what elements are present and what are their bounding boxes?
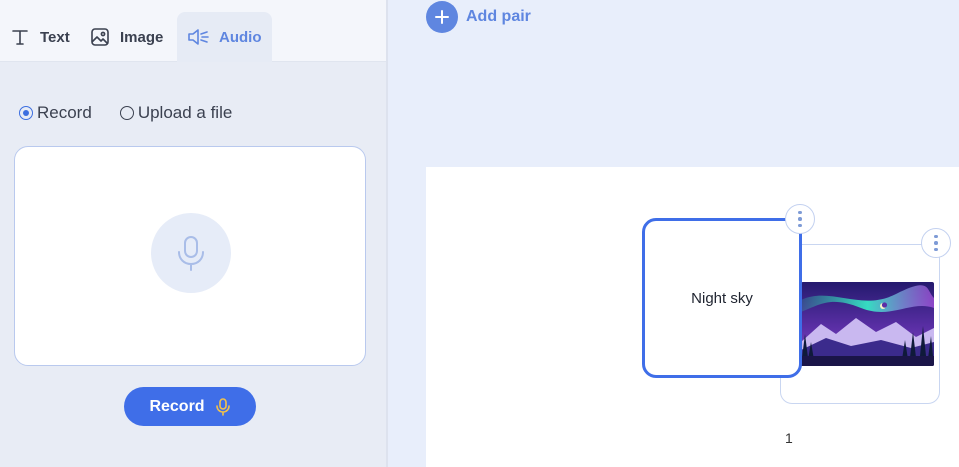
microphone-icon (178, 236, 204, 271)
record-button[interactable]: Record (124, 387, 256, 426)
aurora-night-sky-image (801, 282, 934, 366)
plus-icon (426, 1, 458, 33)
card-front-menu-button[interactable] (785, 204, 815, 234)
more-icon-dot (798, 217, 802, 221)
more-icon-dot (798, 223, 802, 228)
tab-image[interactable]: Image (80, 12, 173, 62)
recording-area (14, 146, 366, 366)
record-radio[interactable] (19, 106, 33, 120)
more-icon-dot (934, 247, 938, 252)
tab-text-label: Text (40, 28, 70, 46)
tab-image-label: Image (120, 28, 164, 46)
more-icon-dot (934, 234, 938, 239)
media-tabbar: Text Image Audio (0, 0, 386, 62)
audio-source-options: Record Upload a file (19, 103, 260, 123)
record-button-label: Record (149, 397, 205, 415)
tab-text[interactable]: Text (0, 12, 80, 62)
audio-icon (187, 27, 209, 47)
more-icon-dot (934, 241, 938, 245)
pair-card-text: Night sky (691, 289, 753, 307)
more-icon-dot (798, 210, 802, 215)
add-pair-label: Add pair (466, 8, 531, 25)
upload-radio-label[interactable]: Upload a file (138, 103, 233, 123)
pair-card-front[interactable]: Night sky (642, 218, 802, 378)
record-radio-label[interactable]: Record (37, 103, 92, 123)
tab-audio[interactable]: Audio (177, 12, 272, 62)
text-icon (10, 27, 30, 47)
upload-radio[interactable] (119, 106, 134, 120)
image-icon (90, 27, 110, 47)
tab-audio-label: Audio (219, 28, 262, 46)
pair-number: 1 (785, 430, 793, 446)
add-pair-button[interactable]: Add pair (426, 1, 531, 33)
media-panel: Text Image Audio Record Upload a file Re… (0, 0, 386, 467)
microphone-icon (215, 397, 230, 416)
panel-divider (386, 0, 388, 467)
card-back-menu-button[interactable] (921, 228, 951, 258)
microphone-placeholder (151, 213, 231, 293)
